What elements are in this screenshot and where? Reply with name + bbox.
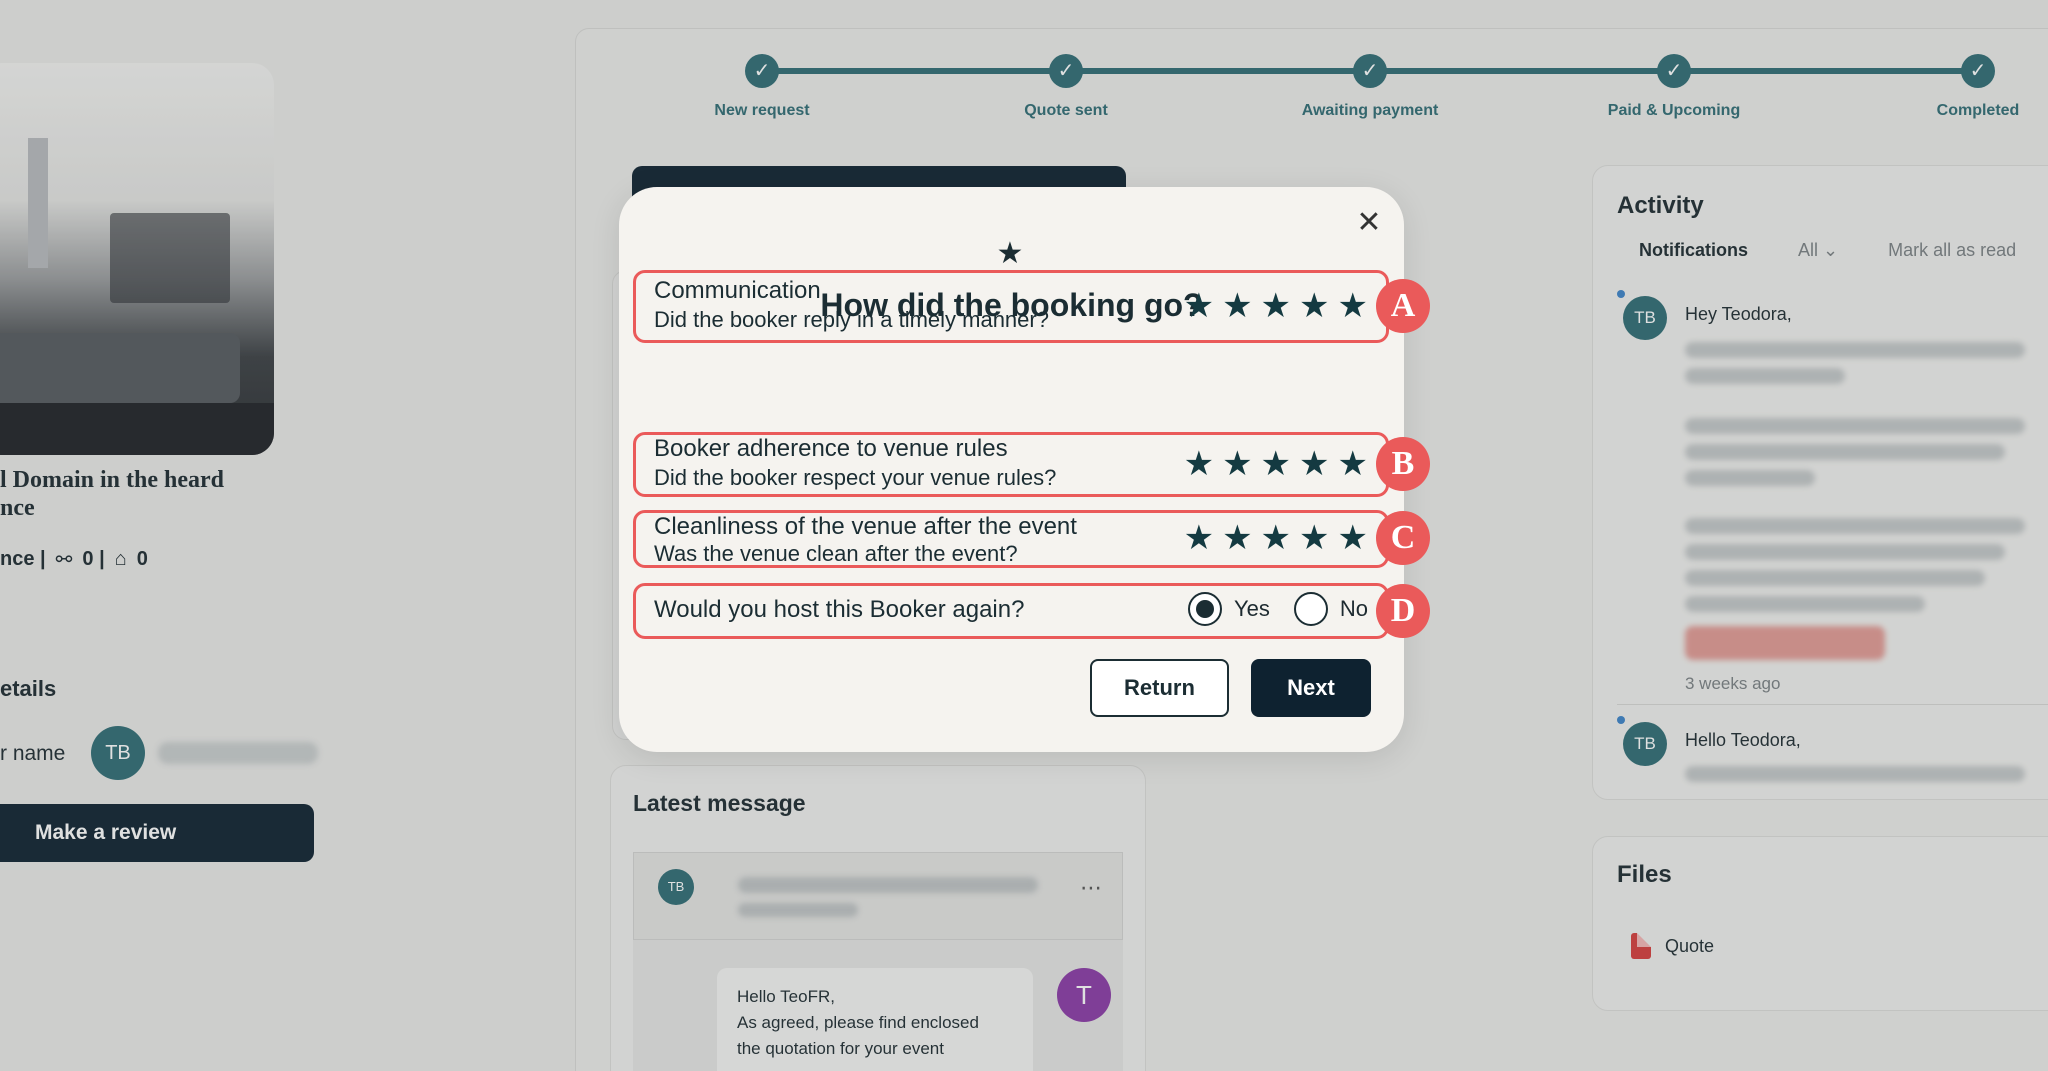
- review-modal: ✕ ★ How did the booking go? Communicatio…: [619, 187, 1430, 752]
- star-icon[interactable]: ★: [1222, 445, 1252, 483]
- star-icon[interactable]: ★: [1299, 519, 1329, 557]
- star-icon[interactable]: ★: [1222, 519, 1252, 557]
- annotation-badge: A: [1376, 279, 1430, 333]
- rating-row-venue-rules: Booker adherence to venue rules Did the …: [633, 432, 1430, 497]
- annotation-badge: D: [1376, 584, 1430, 638]
- host-again-radio-group: Yes No: [1178, 592, 1368, 626]
- close-icon[interactable]: ✕: [1353, 207, 1385, 239]
- star-icon: ★: [996, 237, 1024, 270]
- star-icon[interactable]: ★: [1338, 287, 1368, 325]
- option-yes[interactable]: Yes: [1187, 592, 1270, 626]
- return-button[interactable]: Return: [1090, 659, 1229, 717]
- star-icon[interactable]: ★: [1184, 445, 1214, 483]
- star-icon[interactable]: ★: [1338, 519, 1368, 557]
- star-icon[interactable]: ★: [1261, 287, 1291, 325]
- host-again-row: Would you host this Booker again? Yes No…: [633, 583, 1430, 639]
- star-icon[interactable]: ★: [1261, 445, 1291, 483]
- star-icon[interactable]: ★: [1184, 287, 1214, 325]
- star-icon[interactable]: ★: [1222, 287, 1252, 325]
- rating-row-cleanliness: Cleanliness of the venue after the event…: [633, 510, 1430, 568]
- radio-yes[interactable]: [1187, 592, 1222, 626]
- annotation-badge: C: [1376, 511, 1430, 565]
- rating-row-communication: Communication Did the booker reply in a …: [633, 270, 1430, 343]
- next-button[interactable]: Next: [1251, 659, 1371, 717]
- star-rating[interactable]: ★ ★ ★ ★ ★: [1184, 445, 1368, 483]
- star-icon[interactable]: ★: [1338, 445, 1368, 483]
- star-rating[interactable]: ★ ★ ★ ★ ★: [1184, 287, 1368, 325]
- option-no[interactable]: No: [1293, 592, 1368, 626]
- star-icon[interactable]: ★: [1299, 445, 1329, 483]
- star-icon[interactable]: ★: [1261, 519, 1291, 557]
- radio-no[interactable]: [1293, 592, 1328, 626]
- star-icon[interactable]: ★: [1184, 519, 1214, 557]
- star-rating[interactable]: ★ ★ ★ ★ ★: [1184, 519, 1368, 557]
- star-icon[interactable]: ★: [1299, 287, 1329, 325]
- annotation-badge: B: [1376, 437, 1430, 491]
